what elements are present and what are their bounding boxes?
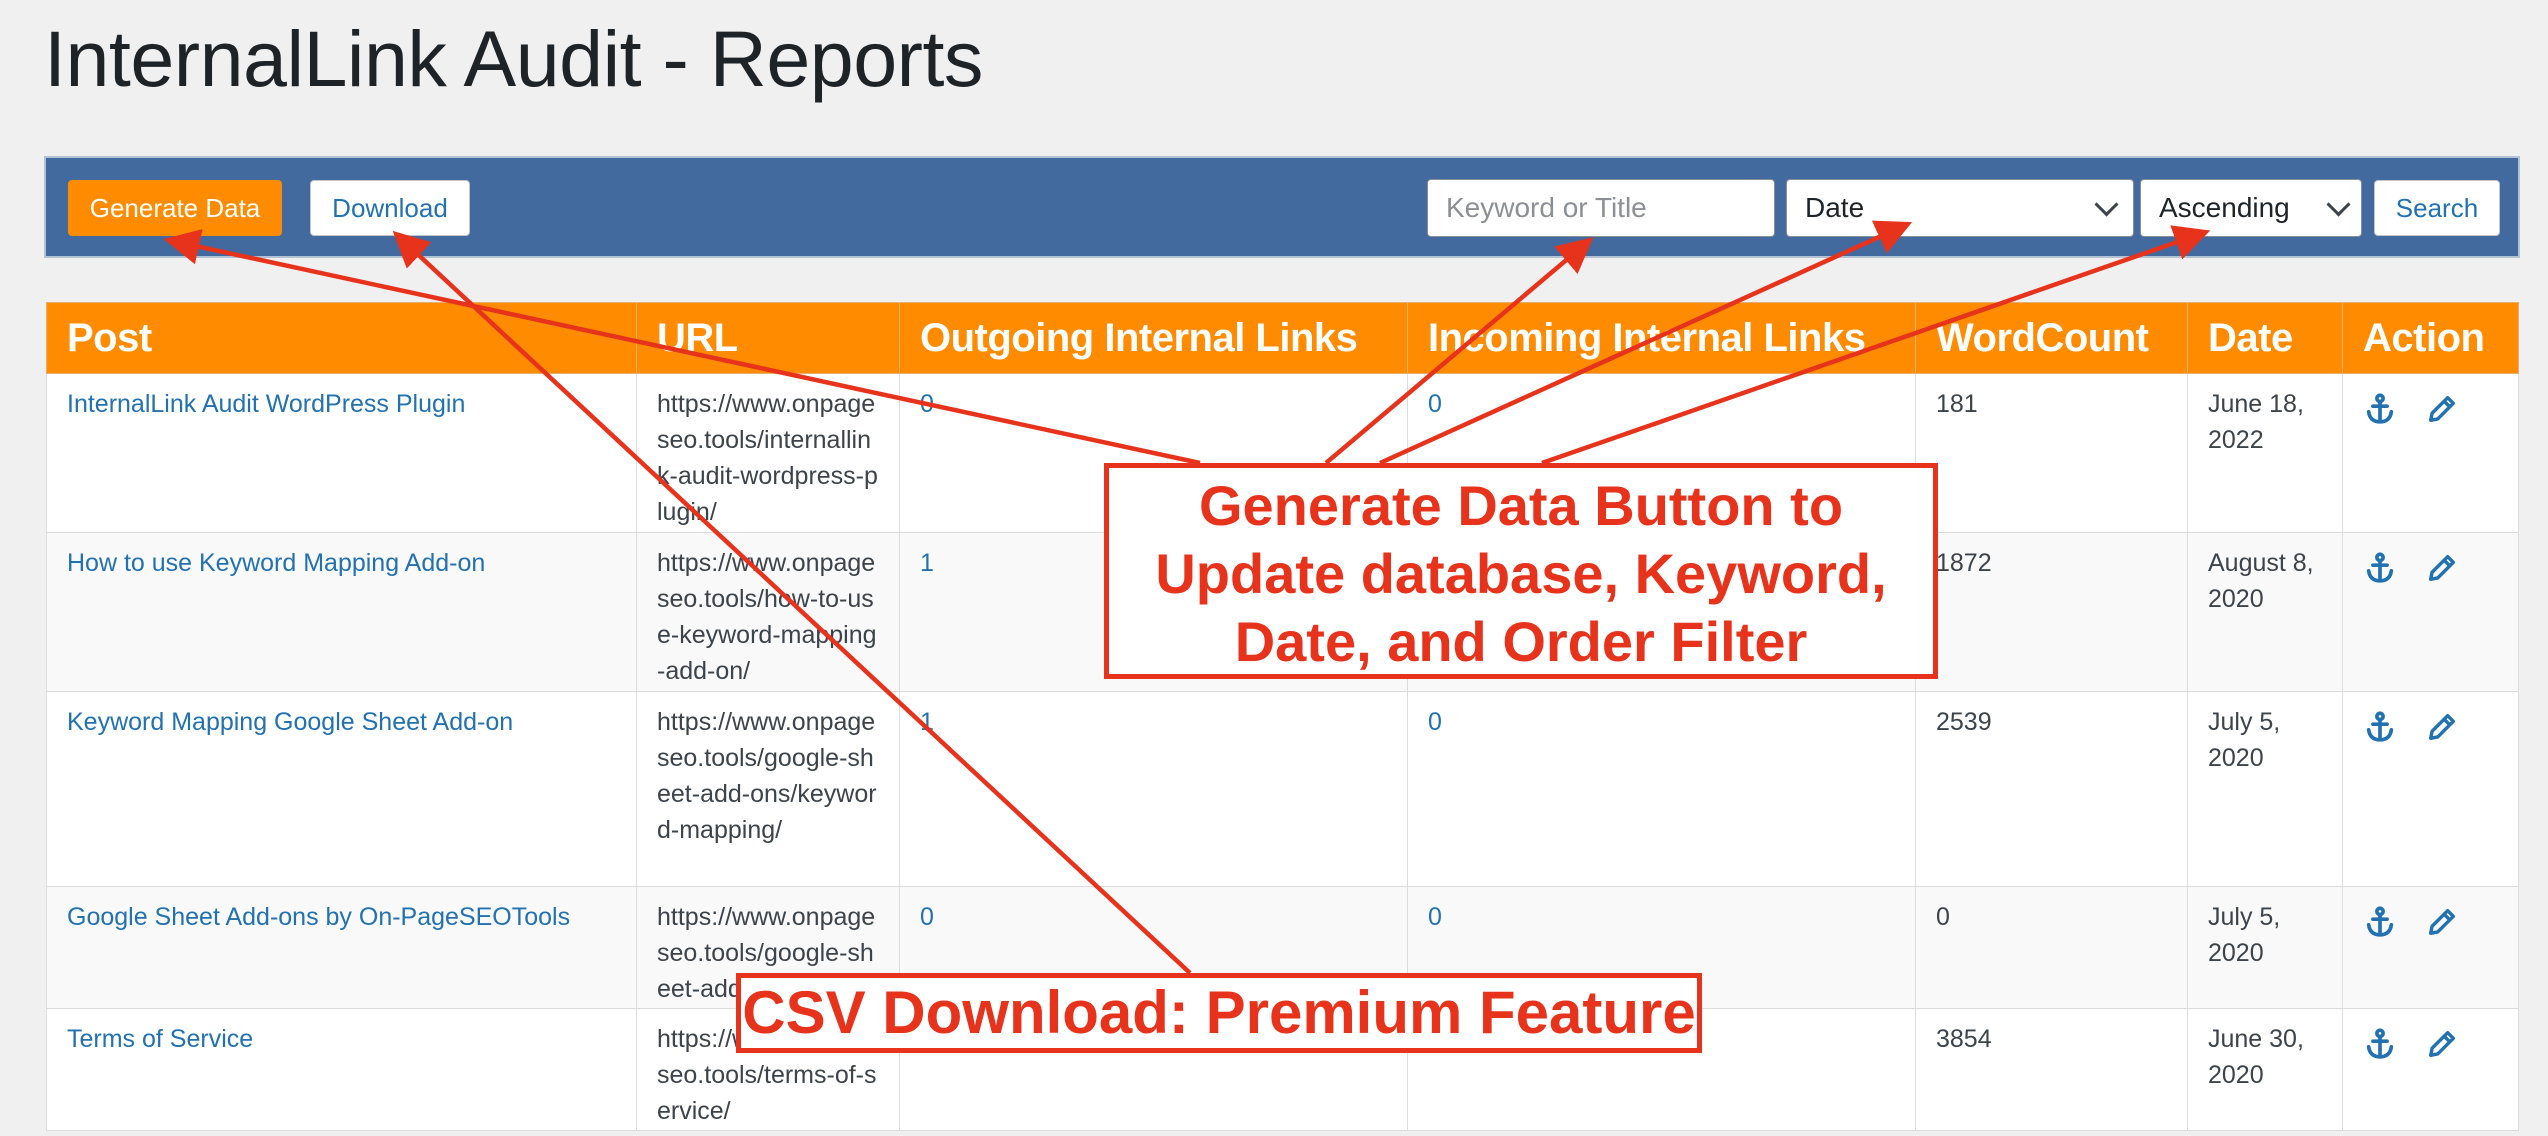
generate-data-button[interactable]: Generate Data bbox=[68, 180, 282, 236]
table-header-row: Post URL Outgoing Internal Links Incomin… bbox=[46, 302, 2519, 374]
anchor-icon[interactable] bbox=[2363, 1027, 2397, 1061]
page-title: InternalLink Audit - Reports bbox=[44, 14, 983, 103]
post-title-link[interactable]: How to use Keyword Mapping Add-on bbox=[67, 549, 485, 577]
pencil-icon[interactable] bbox=[2425, 1027, 2459, 1061]
sort-order-select[interactable]: Ascending bbox=[2140, 179, 2362, 237]
search-button[interactable]: Search bbox=[2374, 180, 2500, 236]
column-header-outgoing-links: Outgoing Internal Links bbox=[899, 302, 1408, 374]
anchor-icon[interactable] bbox=[2363, 551, 2397, 585]
pencil-icon[interactable] bbox=[2425, 551, 2459, 585]
post-url: https://www.onpageseo.tools/internallink… bbox=[636, 373, 900, 533]
row-actions bbox=[2363, 545, 2498, 585]
incoming-links-count[interactable]: 0 bbox=[1428, 390, 1442, 418]
keyword-search-input[interactable]: Keyword or Title bbox=[1427, 179, 1775, 237]
pencil-icon[interactable] bbox=[2425, 710, 2459, 744]
anchor-icon[interactable] bbox=[2363, 392, 2397, 426]
outgoing-links-count[interactable]: 1 bbox=[920, 708, 934, 736]
sort-field-select[interactable]: Date bbox=[1786, 179, 2134, 237]
generate-data-callout: Generate Data Button to Update database,… bbox=[1104, 463, 1938, 679]
chevron-down-icon bbox=[2094, 191, 2119, 217]
sort-field-value: Date bbox=[1805, 192, 1865, 223]
callout-line-1: Generate Data Button to bbox=[1198, 474, 1844, 537]
anchor-icon[interactable] bbox=[2363, 905, 2397, 939]
word-count: 0 bbox=[1915, 886, 2188, 1009]
outgoing-links-count[interactable]: 1 bbox=[920, 549, 934, 577]
outgoing-links-count[interactable]: 0 bbox=[920, 390, 934, 418]
post-title-link[interactable]: Google Sheet Add-ons by On-PageSEOTools bbox=[67, 903, 570, 931]
csv-download-callout: CSV Download: Premium Feature bbox=[736, 973, 1702, 1053]
column-header-post: Post bbox=[46, 302, 637, 374]
anchor-icon[interactable] bbox=[2363, 710, 2397, 744]
incoming-links-count[interactable]: 0 bbox=[1428, 903, 1442, 931]
post-title-link[interactable]: Keyword Mapping Google Sheet Add-on bbox=[67, 708, 513, 736]
column-header-action: Action bbox=[2342, 302, 2519, 374]
column-header-date: Date bbox=[2187, 302, 2343, 374]
word-count: 1872 bbox=[1915, 532, 2188, 692]
column-header-url: URL bbox=[636, 302, 900, 374]
word-count: 181 bbox=[1915, 373, 2188, 533]
callout-line-3: Date, and Order Filter bbox=[1234, 610, 1808, 673]
row-actions bbox=[2363, 704, 2498, 744]
post-date: July 5, 2020 bbox=[2187, 886, 2343, 1009]
column-header-incoming-links: Incoming Internal Links bbox=[1407, 302, 1916, 374]
filter-toolbar: Generate Data Download Keyword or Title … bbox=[44, 156, 2520, 258]
pencil-icon[interactable] bbox=[2425, 905, 2459, 939]
post-date: June 30, 2020 bbox=[2187, 1008, 2343, 1131]
outgoing-links-count[interactable]: 0 bbox=[920, 903, 934, 931]
word-count: 2539 bbox=[1915, 691, 2188, 887]
post-title-link[interactable]: InternalLink Audit WordPress Plugin bbox=[67, 390, 465, 418]
post-date: June 18, 2022 bbox=[2187, 373, 2343, 533]
table-row: Keyword Mapping Google Sheet Add-on https… bbox=[46, 691, 2519, 887]
post-url: https://www.onpageseo.tools/google-sheet… bbox=[636, 691, 900, 887]
incoming-links-count[interactable]: 0 bbox=[1428, 708, 1442, 736]
pencil-icon[interactable] bbox=[2425, 392, 2459, 426]
word-count: 3854 bbox=[1915, 1008, 2188, 1131]
sort-order-value: Ascending bbox=[2159, 192, 2290, 223]
row-actions bbox=[2363, 386, 2498, 426]
callout-line-2: Update database, Keyword, bbox=[1155, 542, 1887, 605]
chevron-down-icon bbox=[2326, 191, 2351, 217]
download-button[interactable]: Download bbox=[310, 180, 470, 236]
row-actions bbox=[2363, 1021, 2498, 1061]
post-url: https://www.onpageseo.tools/how-to-use-k… bbox=[636, 532, 900, 692]
post-date: July 5, 2020 bbox=[2187, 691, 2343, 887]
column-header-wordcount: WordCount bbox=[1915, 302, 2188, 374]
row-actions bbox=[2363, 899, 2498, 939]
post-title-link[interactable]: Terms of Service bbox=[67, 1025, 253, 1053]
post-date: August 8, 2020 bbox=[2187, 532, 2343, 692]
